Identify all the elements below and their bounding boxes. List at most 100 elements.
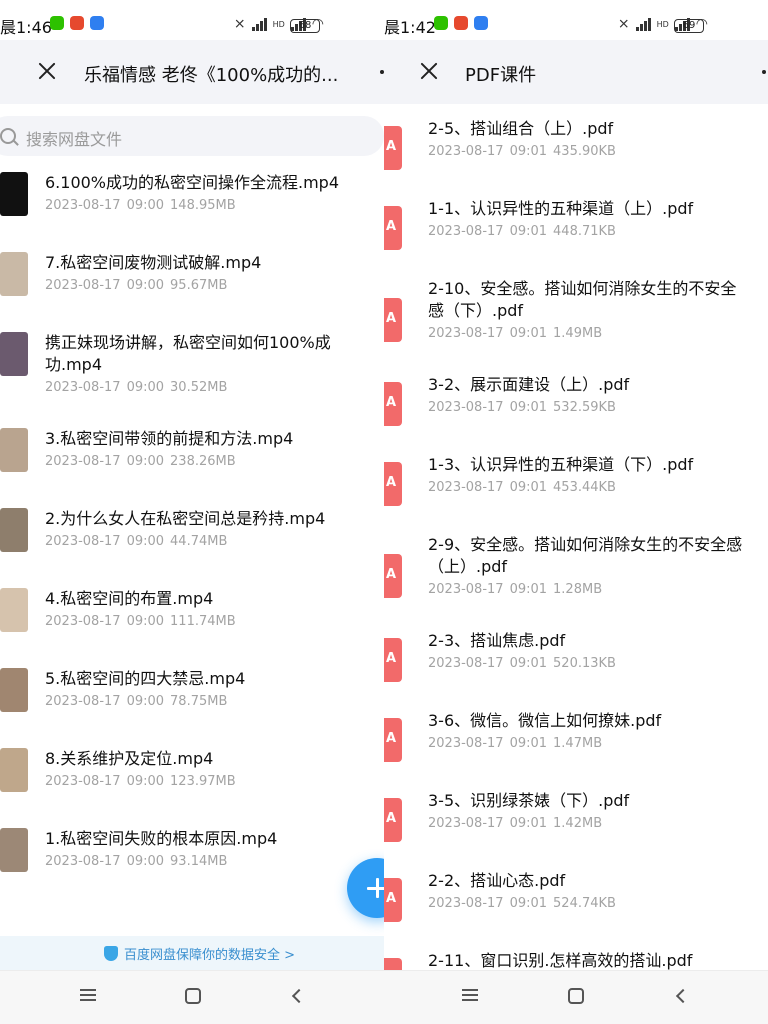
file-time: 09:01 bbox=[509, 144, 548, 159]
file-meta: 2023-08-17 09:01 1.42MB bbox=[428, 816, 602, 831]
status-time: 晨1:42 bbox=[384, 18, 436, 37]
file-time: 09:00 bbox=[126, 614, 165, 629]
file-time: 09:00 bbox=[126, 774, 165, 789]
file-date: 2023-08-17 bbox=[428, 144, 504, 159]
video-thumbnail bbox=[0, 172, 28, 216]
file-date: 2023-08-17 bbox=[428, 326, 504, 341]
video-thumbnail bbox=[0, 332, 28, 376]
file-size: 524.74KB bbox=[553, 896, 616, 911]
home-icon[interactable] bbox=[185, 988, 201, 1004]
file-meta: 2023-08-17 09:01 1.49MB bbox=[428, 326, 602, 341]
file-size: 448.71KB bbox=[553, 224, 616, 239]
file-name: 3-6、微信。微信上如何撩妹.pdf bbox=[428, 711, 662, 730]
file-name: 3.私密空间带领的前提和方法.mp4 bbox=[45, 429, 294, 448]
file-meta: 2023-08-17 09:01 532.59KB bbox=[428, 400, 616, 415]
weibo-icon bbox=[70, 16, 84, 30]
file-name: 2-2、搭讪心态.pdf bbox=[428, 871, 566, 890]
file-row[interactable]: 3-6、微信。微信上如何撩妹.pdf 2023-08-17 09:01 1.47MB bbox=[384, 710, 768, 776]
file-time: 09:00 bbox=[126, 534, 165, 549]
file-size: 44.74MB bbox=[170, 534, 228, 549]
mute-icon: ⨯ bbox=[233, 16, 246, 32]
file-row[interactable]: 5.私密空间的四大禁忌.mp4 2023-08-17 09:00 78.75MB bbox=[0, 668, 384, 738]
file-name: 1.私密空间失败的根本原因.mp4 bbox=[45, 829, 278, 848]
file-name: 2.为什么女人在私密空间总是矜持.mp4 bbox=[45, 509, 326, 528]
file-meta: 2023-08-17 09:00 238.26MB bbox=[45, 454, 236, 469]
file-name: 2-5、搭讪组合（上）.pdf bbox=[428, 119, 614, 138]
file-date: 2023-08-17 bbox=[428, 816, 504, 831]
file-meta: 2023-08-17 09:01 435.90KB bbox=[428, 144, 616, 159]
pdf-file-icon bbox=[384, 206, 402, 250]
file-time: 09:00 bbox=[126, 198, 165, 213]
recent-apps-icon[interactable] bbox=[462, 989, 478, 1001]
file-meta: 2023-08-17 09:00 78.75MB bbox=[45, 694, 227, 709]
signal-icon bbox=[635, 17, 651, 31]
file-row[interactable]: 6.100%成功的私密空间操作全流程.mp4 2023-08-17 09:00 148… bbox=[0, 172, 384, 242]
file-date: 2023-08-17 bbox=[45, 854, 121, 869]
file-meta: 2023-08-17 09:01 1.47MB bbox=[428, 736, 602, 751]
file-name: 2-9、安全感。搭讪如何消除女生的不安全感（上）.pdf bbox=[428, 535, 743, 576]
file-row[interactable]: 3.私密空间带领的前提和方法.mp4 2023-08-17 09:00 238.26M… bbox=[0, 428, 384, 498]
file-row[interactable]: 2-9、安全感。搭讪如何消除女生的不安全感（上）.pdf 2023-08-17 09… bbox=[384, 534, 768, 622]
pdf-file-icon bbox=[384, 798, 402, 842]
file-meta: 2023-08-17 09:01 1.28MB bbox=[428, 582, 602, 597]
app-notification-icon bbox=[90, 16, 104, 30]
video-thumbnail bbox=[0, 828, 28, 872]
home-icon[interactable] bbox=[568, 988, 584, 1004]
file-size: 520.13KB bbox=[553, 656, 616, 671]
search-input[interactable]: 搜索网盘文件 bbox=[26, 126, 122, 150]
file-size: 238.26MB bbox=[170, 454, 236, 469]
file-row[interactable]: 2-3、搭讪焦虑.pdf 2023-08-17 09:01 520.13KB bbox=[384, 630, 768, 696]
file-row[interactable]: 2-5、搭讪组合（上）.pdf 2023-08-17 09:01 435.90KB bbox=[384, 118, 768, 184]
file-date: 2023-08-17 bbox=[428, 480, 504, 495]
file-row[interactable]: 2-10、安全感。搭讪如何消除女生的不安全感（下）.pdf 2023-08-17 0… bbox=[384, 278, 768, 366]
battery-icon: 68 bbox=[290, 19, 320, 33]
file-meta: 2023-08-17 09:01 520.13KB bbox=[428, 656, 616, 671]
file-name: 7.私密空间废物测试破解.mp4 bbox=[45, 253, 262, 272]
file-date: 2023-08-17 bbox=[428, 582, 504, 597]
file-meta: 2023-08-17 09:00 148.95MB bbox=[45, 198, 236, 213]
file-name: 2-3、搭讪焦虑.pdf bbox=[428, 631, 566, 650]
file-row[interactable]: 2-2、搭讪心态.pdf 2023-08-17 09:01 524.74KB bbox=[384, 870, 768, 936]
file-row[interactable]: 7.私密空间废物测试破解.mp4 2023-08-17 09:00 95.67MB bbox=[0, 252, 384, 322]
left-screen: 晨1:46 ⨯ HD ◠ 68 乐福情感 老佟《100%成功的... 搜索网盘文… bbox=[0, 0, 384, 1024]
status-bar: 晨1:46 ⨯ HD ◠ 68 bbox=[0, 0, 384, 40]
file-size: 453.44KB bbox=[553, 480, 616, 495]
file-size: 1.49MB bbox=[553, 326, 603, 341]
recent-apps-icon[interactable] bbox=[80, 989, 96, 1001]
file-date: 2023-08-17 bbox=[45, 774, 121, 789]
signal-icon bbox=[251, 17, 267, 31]
wechat-icon bbox=[434, 16, 448, 30]
file-date: 2023-08-17 bbox=[45, 278, 121, 293]
wechat-icon bbox=[50, 16, 64, 30]
file-row[interactable]: 3-5、识别绿茶婊（下）.pdf 2023-08-17 09:01 1.42MB bbox=[384, 790, 768, 856]
close-icon[interactable] bbox=[36, 60, 58, 82]
file-row[interactable]: 携正妹现场讲解，私密空间如何100%成功.mp4 2023-08-17 09:00 3… bbox=[0, 332, 384, 402]
file-row[interactable]: 1.私密空间失败的根本原因.mp4 2023-08-17 09:00 93.14MB bbox=[0, 828, 384, 898]
close-icon[interactable] bbox=[418, 60, 440, 82]
file-row[interactable]: 1-3、认识异性的五种渠道（下）.pdf 2023-08-17 09:01 453.4… bbox=[384, 454, 768, 520]
file-time: 09:00 bbox=[126, 694, 165, 709]
file-size: 123.97MB bbox=[170, 774, 236, 789]
file-size: 30.52MB bbox=[170, 380, 228, 395]
search-icon bbox=[0, 128, 16, 144]
file-meta: 2023-08-17 09:00 93.14MB bbox=[45, 854, 227, 869]
mute-icon: ⨯ bbox=[617, 16, 630, 32]
file-row[interactable]: 4.私密空间的布置.mp4 2023-08-17 09:00 111.74MB bbox=[0, 588, 384, 658]
page-title: 乐福情感 老佟《100%成功的... bbox=[84, 65, 339, 86]
file-row[interactable]: 8.关系维护及定位.mp4 2023-08-17 09:00 123.97MB bbox=[0, 748, 384, 818]
file-name: 6.100%成功的私密空间操作全流程.mp4 bbox=[45, 173, 340, 192]
file-row[interactable]: 2.为什么女人在私密空间总是矜持.mp4 2023-08-17 09:00 44.74… bbox=[0, 508, 384, 578]
video-thumbnail bbox=[0, 508, 28, 552]
more-options-icon[interactable] bbox=[762, 70, 766, 74]
file-time: 09:01 bbox=[509, 582, 548, 597]
file-size: 95.67MB bbox=[170, 278, 228, 293]
safety-banner-text[interactable]: 百度网盘保障你的数据安全 > bbox=[124, 944, 295, 963]
file-row[interactable]: 3-2、展示面建设（上）.pdf 2023-08-17 09:01 532.59KB bbox=[384, 374, 768, 440]
file-name: 4.私密空间的布置.mp4 bbox=[45, 589, 214, 608]
file-time: 09:01 bbox=[509, 736, 548, 751]
right-screen: 晨1:42 ⨯ HD ◠ 69 PDF课件 2-5、搭讪组合（上）.pdf 202… bbox=[384, 0, 768, 1024]
file-row[interactable]: 1-1、认识异性的五种渠道（上）.pdf 2023-08-17 09:01 448.7… bbox=[384, 198, 768, 264]
file-date: 2023-08-17 bbox=[45, 614, 121, 629]
video-thumbnail bbox=[0, 668, 28, 712]
video-thumbnail bbox=[0, 588, 28, 632]
